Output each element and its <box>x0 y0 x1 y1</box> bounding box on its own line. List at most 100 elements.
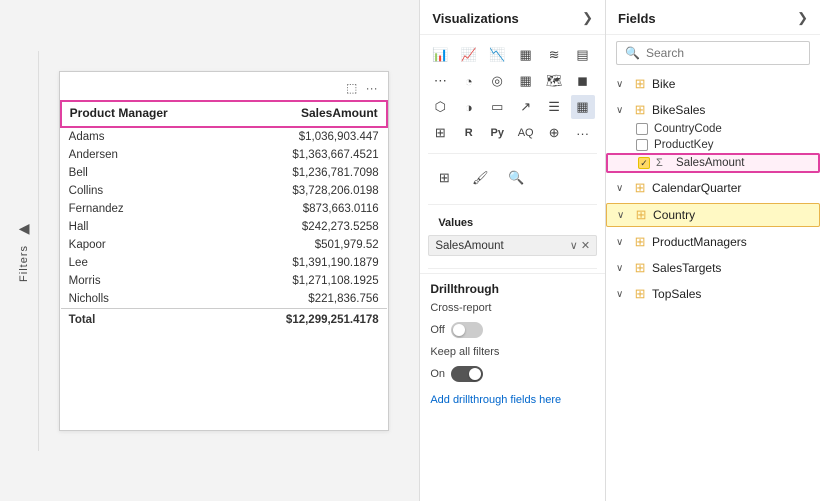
filters-sidebar: ◀ Filters <box>11 51 39 451</box>
viz-pie[interactable]: ◔ <box>457 69 481 93</box>
search-box[interactable]: 🔍 <box>616 41 810 65</box>
filters-collapse-arrow[interactable]: ◀ <box>19 220 30 237</box>
fields-list: ∨ ⊞ Bike ∨ ⊞ BikeSales CountryCode Produ… <box>606 71 820 501</box>
expand-icon[interactable]: ⬚ <box>344 80 360 96</box>
more-options-icon[interactable]: ··· <box>364 80 380 96</box>
viz-filled-map[interactable]: ◼ <box>571 69 595 93</box>
table-cell-name: Morris <box>61 272 229 290</box>
viz-table[interactable]: ▦ <box>571 95 595 119</box>
visualizations-title: Visualizations <box>432 11 518 26</box>
card-topbar: ⬚ ··· <box>60 80 388 100</box>
total-label: Total <box>61 308 229 329</box>
keep-filters-label: Keep all filters <box>430 346 500 358</box>
field-item-productkey[interactable]: ProductKey <box>606 137 820 153</box>
group-label: SalesTargets <box>652 261 721 275</box>
table-row: Kapoor $501,979.52 <box>61 236 387 254</box>
values-tag[interactable]: SalesAmount ∨ ✕ <box>428 235 597 256</box>
viz-kpi[interactable]: ↗ <box>514 95 538 119</box>
table-cell-name: Lee <box>61 254 229 272</box>
field-group-salestargets: ∨ ⊞ SalesTargets <box>606 255 820 281</box>
fields-panel: Fields ❯ 🔍 ∨ ⊞ Bike ∨ ⊞ BikeSales Countr… <box>606 0 820 501</box>
chevron-icon: ∨ <box>616 79 628 90</box>
group-label: BikeSales <box>652 103 705 117</box>
viz-format-icon[interactable]: 🖌 <box>464 162 496 194</box>
viz-decomp[interactable]: ⊕ <box>542 121 566 145</box>
viz-gauge[interactable]: ◑ <box>457 95 481 119</box>
viz-slicer[interactable]: ☰ <box>542 95 566 119</box>
table-row: Fernandez $873,663.0116 <box>61 200 387 218</box>
field-item-salesamount[interactable]: ✓ Σ SalesAmount <box>606 153 820 173</box>
viz-bar-chart[interactable]: 📊 <box>428 43 452 67</box>
viz-column-chart[interactable]: 📈 <box>457 43 481 67</box>
viz-aq[interactable]: AQ <box>514 121 538 145</box>
values-remove-icon[interactable]: ✕ <box>581 239 590 252</box>
field-group-header-topsales[interactable]: ∨ ⊞ TopSales <box>606 283 820 305</box>
viz-divider-1 <box>428 153 597 154</box>
viz-area-chart[interactable]: ▦ <box>514 43 538 67</box>
table-icon: ⊞ <box>633 207 649 223</box>
cross-report-toggle-row: Off <box>430 322 595 338</box>
table-cell-name: Adams <box>61 127 229 146</box>
viz-scatter[interactable]: ⋯ <box>428 69 452 93</box>
table-cell-amount: $242,273.5258 <box>228 218 386 236</box>
table-cell-name: Fernandez <box>61 200 229 218</box>
field-group-header-bikesales[interactable]: ∨ ⊞ BikeSales <box>606 99 820 121</box>
cross-report-toggle[interactable] <box>451 322 483 338</box>
keep-filters-toggle[interactable] <box>451 366 483 382</box>
viz-matrix[interactable]: ⊞ <box>428 121 452 145</box>
table-header-row: Product Manager SalesAmount <box>61 101 387 127</box>
viz-analytics-icon[interactable]: 🔍 <box>500 162 532 194</box>
table-row: Bell $1,236,781.7098 <box>61 164 387 182</box>
sigma-icon: Σ <box>656 157 670 169</box>
field-group-header-country[interactable]: ∨ ⊞ Country <box>606 203 820 227</box>
field-group-productmanagers: ∨ ⊞ ProductManagers <box>606 229 820 255</box>
field-item-countrycode[interactable]: CountryCode <box>606 121 820 137</box>
cross-report-state: Off <box>430 324 444 336</box>
viz-icons-grid: 📊 📈 📉 ▦ ≋ ▤ ⋯ ◔ ◎ ▦ 🗺 ◼ ⬡ ◑ ▭ ↗ ☰ ▦ ⊞ R … <box>420 35 605 149</box>
table-row: Nicholls $221,836.756 <box>61 290 387 309</box>
viz-donut[interactable]: ◎ <box>485 69 509 93</box>
add-drillthrough-button[interactable]: Add drillthrough fields here <box>430 390 595 410</box>
viz-divider-2 <box>428 204 597 205</box>
table-row: Andersen $1,363,667.4521 <box>61 146 387 164</box>
table-row: Hall $242,273.5258 <box>61 218 387 236</box>
table-card: ⬚ ··· Product Manager SalesAmount Adams … <box>59 71 389 431</box>
viz-waterfall-chart[interactable]: ▤ <box>571 43 595 67</box>
keep-filters-label-row: Keep all filters <box>430 346 595 358</box>
viz-card[interactable]: ▭ <box>485 95 509 119</box>
field-group-header-bike[interactable]: ∨ ⊞ Bike <box>606 73 820 95</box>
viz-funnel[interactable]: ⬡ <box>428 95 452 119</box>
field-checkbox <box>636 123 648 135</box>
viz-python[interactable]: Py <box>485 121 509 145</box>
field-group-header-calendarquarter[interactable]: ∨ ⊞ CalendarQuarter <box>606 177 820 199</box>
values-tag-icons: ∨ ✕ <box>570 239 590 252</box>
search-input[interactable] <box>646 46 801 60</box>
table-cell-amount: $1,236,781.7098 <box>228 164 386 182</box>
visualizations-panel: Visualizations ❯ 📊 📈 📉 ▦ ≋ ▤ ⋯ ◔ ◎ ▦ 🗺 ◼… <box>420 0 606 501</box>
values-chevron-icon[interactable]: ∨ <box>570 239 578 252</box>
chevron-icon: ∨ <box>616 105 628 116</box>
visualizations-arrow[interactable]: ❯ <box>582 10 593 26</box>
field-checkbox: ✓ <box>638 157 650 169</box>
table-total-row: Total $12,299,251.4178 <box>61 308 387 329</box>
field-group-country: ∨ ⊞ Country <box>606 201 820 229</box>
field-group-header-productmanagers[interactable]: ∨ ⊞ ProductManagers <box>606 231 820 253</box>
field-group-header-salestargets[interactable]: ∨ ⊞ SalesTargets <box>606 257 820 279</box>
viz-more[interactable]: ··· <box>571 121 595 145</box>
data-table: Product Manager SalesAmount Adams $1,036… <box>60 100 388 329</box>
viz-r-script[interactable]: R <box>457 121 481 145</box>
drillthrough-title: Drillthrough <box>430 282 595 296</box>
viz-line-chart[interactable]: 📉 <box>485 43 509 67</box>
viz-fields-icon[interactable]: ⊞ <box>428 162 460 194</box>
viz-treemap[interactable]: ▦ <box>514 69 538 93</box>
keep-filters-state: On <box>430 368 445 380</box>
fields-arrow[interactable]: ❯ <box>797 10 808 26</box>
field-group-bike: ∨ ⊞ Bike <box>606 71 820 97</box>
keep-filters-thumb <box>469 368 481 380</box>
keep-filters-toggle-row: On <box>430 366 595 382</box>
table-row: Adams $1,036,903.447 <box>61 127 387 146</box>
group-label: Bike <box>652 77 675 91</box>
viz-ribbon-chart[interactable]: ≋ <box>542 43 566 67</box>
table-cell-amount: $1,391,190.1879 <box>228 254 386 272</box>
viz-map[interactable]: 🗺 <box>542 69 566 93</box>
